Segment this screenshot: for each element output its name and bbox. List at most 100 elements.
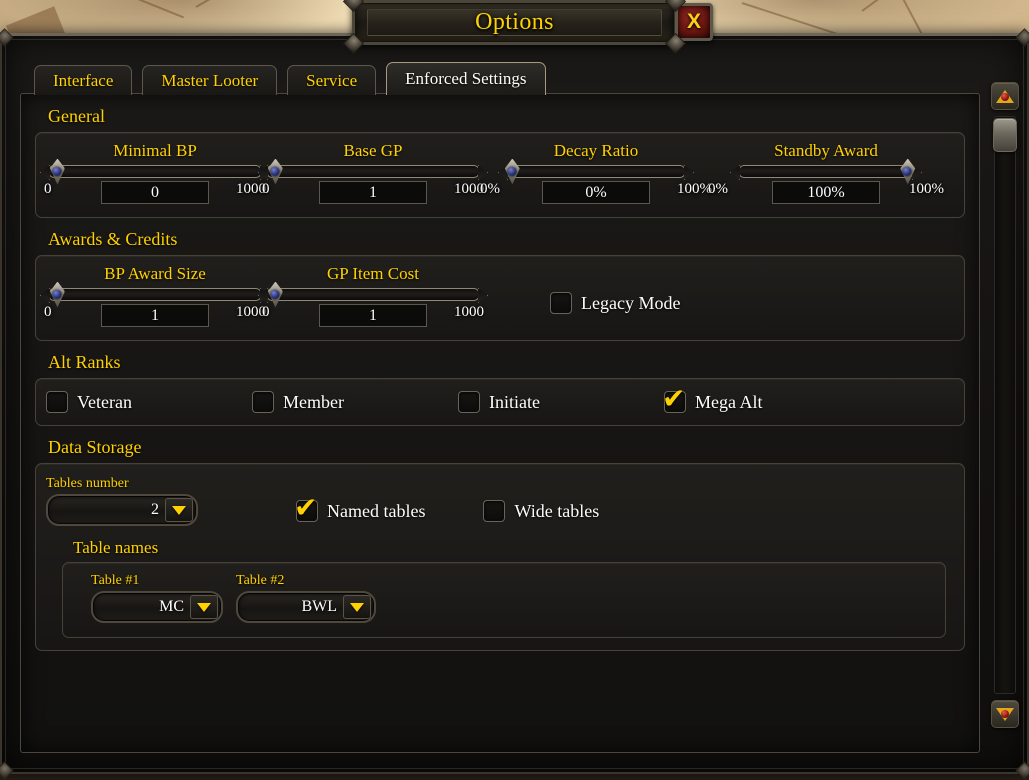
data-storage-controls-row: Tables number 2 ✔ Named tables (36, 464, 964, 532)
slider-thumb[interactable] (50, 159, 65, 185)
slider-track[interactable] (266, 288, 480, 301)
dropdown-value: MC (93, 598, 190, 616)
subsection-table-names: Table names Table #1 MC Tabl (62, 538, 946, 638)
scrollbar-thumb[interactable] (993, 118, 1017, 152)
slider-value-input[interactable]: 1 (101, 304, 209, 327)
checkbox-named-tables[interactable]: ✔ Named tables (296, 500, 425, 522)
tab-bar: Interface Master Looter Service Enforced… (34, 63, 546, 95)
chevron-down-icon[interactable] (190, 595, 218, 619)
scroll-down-button[interactable] (991, 700, 1019, 728)
slider-value-input[interactable]: 0 (101, 181, 209, 204)
section-title: General (35, 106, 965, 127)
tab-label: Service (306, 71, 357, 91)
table-name-2-control: Table #2 BWL (236, 573, 381, 623)
slider-min-label: 0% (708, 181, 728, 198)
checkbox-box[interactable] (252, 391, 274, 413)
subsection-title: Table names (62, 538, 946, 558)
tab-service[interactable]: Service (287, 65, 376, 95)
checkbox-label: Wide tables (514, 501, 599, 522)
tables-number-dropdown[interactable]: 2 (46, 494, 198, 526)
checkbox-label: Initiate (489, 392, 540, 413)
section-data-storage: Data Storage Tables number 2 ✔ (35, 437, 965, 651)
slider-gp-item-cost: GP Item Cost 0 1000 1 (264, 264, 482, 330)
frame-corner-stud (1015, 761, 1029, 779)
checkbox-label: Mega Alt (695, 392, 763, 413)
frame-corner-stud (0, 761, 14, 779)
general-slider-row: Minimal BP 0 1000 0 Base (36, 133, 964, 217)
checkbox-box[interactable]: ✔ (664, 391, 686, 413)
chevron-down-icon[interactable] (343, 595, 371, 619)
dropdown-value: BWL (238, 598, 343, 616)
checkbox-box[interactable]: ✔ (296, 500, 318, 522)
checkbox-label: Member (283, 392, 344, 413)
chevron-down-icon[interactable] (165, 498, 193, 522)
slider-track[interactable] (48, 288, 262, 301)
checkbox-wide-tables[interactable]: Wide tables (483, 500, 599, 522)
checkbox-veteran[interactable]: Veteran (46, 391, 252, 413)
slider-track[interactable] (506, 165, 686, 178)
table-name-label: Table #2 (236, 573, 381, 589)
checkmark-icon: ✔ (294, 494, 322, 522)
section-general: General Minimal BP 0 1000 0 (35, 106, 965, 218)
section-awards-credits: Awards & Credits BP Award Size 0 1000 (35, 229, 965, 341)
slider-value-input[interactable]: 100% (772, 181, 880, 204)
slider-label: GP Item Cost (264, 264, 482, 284)
checkbox-mega-alt[interactable]: ✔ Mega Alt (664, 391, 763, 413)
checkbox-label: Named tables (327, 501, 425, 522)
close-button[interactable]: X (675, 3, 713, 41)
tab-master-looter[interactable]: Master Looter (142, 65, 277, 95)
scrollbar-track[interactable] (994, 116, 1016, 694)
table-name-1-dropdown[interactable]: MC (91, 591, 223, 623)
checkbox-box[interactable] (483, 500, 505, 522)
slider-thumb[interactable] (50, 282, 65, 308)
title-bar: Options X (352, 0, 677, 45)
checkbox-label: Legacy Mode (581, 293, 680, 314)
checkbox-box[interactable] (46, 391, 68, 413)
checkbox-legacy-mode[interactable]: Legacy Mode (550, 292, 680, 314)
section-body: BP Award Size 0 1000 1 G (35, 255, 965, 341)
slider-min-label: 0% (480, 181, 500, 198)
scrollbar[interactable] (991, 82, 1019, 728)
slider-thumb[interactable] (900, 159, 915, 185)
slider-standby-award: Standby Award 0% 100% 100% (710, 141, 942, 207)
tables-number-control: Tables number 2 (46, 476, 246, 526)
awards-slider-row: BP Award Size 0 1000 1 G (36, 256, 964, 340)
slider-track[interactable] (48, 165, 262, 178)
table-name-2-dropdown[interactable]: BWL (236, 591, 376, 623)
checkbox-label: Veteran (77, 392, 132, 413)
tab-interface[interactable]: Interface (34, 65, 132, 95)
slider-bp-award-size: BP Award Size 0 1000 1 (46, 264, 264, 330)
checkbox-member[interactable]: Member (252, 391, 458, 413)
slider-value-input[interactable]: 1 (319, 304, 427, 327)
tab-label: Interface (53, 71, 113, 91)
slider-thumb[interactable] (268, 159, 283, 185)
close-icon: X (687, 10, 701, 34)
section-body: Minimal BP 0 1000 0 Base (35, 132, 965, 218)
checkbox-initiate[interactable]: Initiate (458, 391, 664, 413)
section-title: Awards & Credits (35, 229, 965, 250)
section-body: Tables number 2 ✔ Named tables (35, 463, 965, 651)
scroll-up-arrow-icon (996, 90, 1014, 103)
slider-track[interactable] (738, 165, 914, 178)
tab-label: Enforced Settings (405, 69, 526, 89)
checkbox-box[interactable] (458, 391, 480, 413)
page-title: Options (352, 0, 677, 45)
slider-value-input[interactable]: 0% (542, 181, 650, 204)
checkbox-box[interactable] (550, 292, 572, 314)
tab-label: Master Looter (161, 71, 258, 91)
section-title: Data Storage (35, 437, 965, 458)
scroll-up-button[interactable] (991, 82, 1019, 110)
tab-enforced-settings[interactable]: Enforced Settings (386, 62, 545, 95)
table-name-label: Table #1 (91, 573, 236, 589)
slider-label: BP Award Size (46, 264, 264, 284)
slider-value-input[interactable]: 1 (319, 181, 427, 204)
slider-track[interactable] (266, 165, 480, 178)
section-body: Veteran Member Initiate ✔ Mega A (35, 378, 965, 426)
section-alt-ranks: Alt Ranks Veteran Member Initiate (35, 352, 965, 426)
table-name-1-control: Table #1 MC (91, 573, 236, 623)
slider-thumb[interactable] (505, 159, 520, 185)
slider-thumb[interactable] (268, 282, 283, 308)
settings-content-panel: General Minimal BP 0 1000 0 (20, 93, 980, 753)
alt-ranks-checkbox-row: Veteran Member Initiate ✔ Mega A (36, 379, 964, 425)
options-window: Interface Master Looter Service Enforced… (0, 33, 1029, 774)
